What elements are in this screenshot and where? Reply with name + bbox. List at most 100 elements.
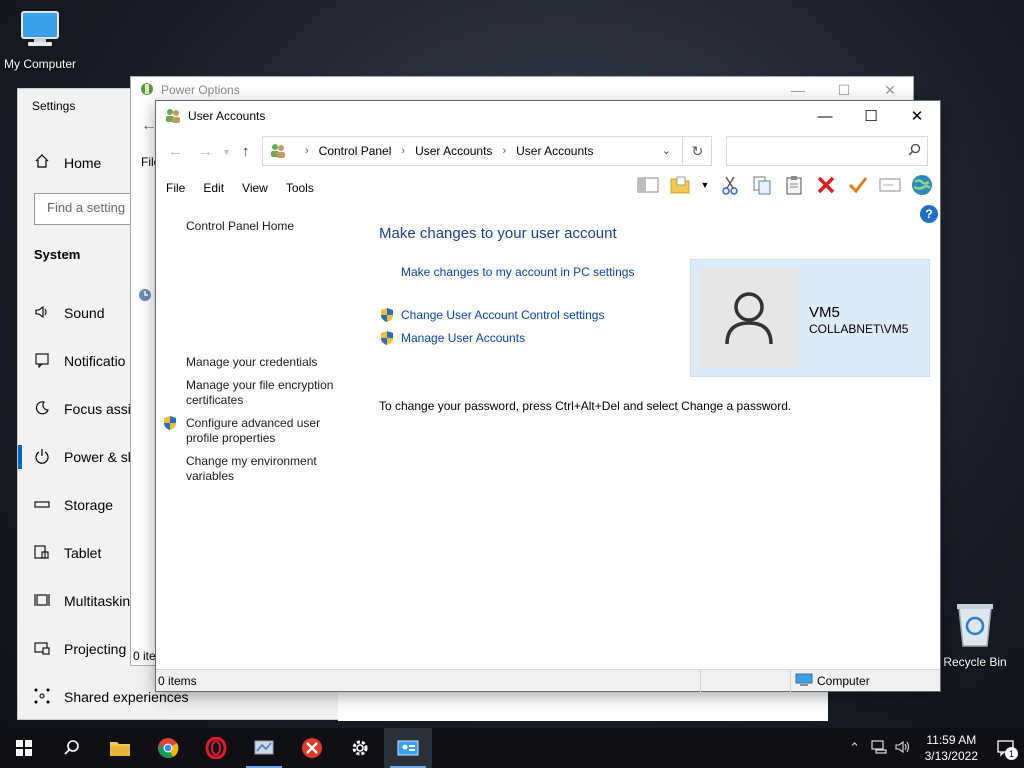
settings-nav-label: Multitaskin [64, 593, 131, 609]
up-arrow-icon[interactable]: ↑ [242, 143, 250, 160]
breadcrumb: › Control Panel › User Accounts › User A… [295, 144, 593, 158]
cut-icon[interactable] [718, 173, 742, 197]
search-icon [908, 143, 921, 159]
volume-icon[interactable] [891, 740, 915, 757]
close-icon[interactable]: ✕ [894, 101, 940, 131]
password-change-note: To change your password, press Ctrl+Alt+… [379, 399, 792, 413]
chevron-down-icon[interactable]: ▼ [700, 173, 710, 197]
environment-variables-link[interactable]: Change my environment variables [186, 454, 356, 484]
power-icon [34, 448, 50, 467]
taskbar: ⌃ 11:59 AM 3/13/2022 1 [0, 728, 1024, 768]
taskbar-search-button[interactable] [48, 728, 96, 768]
rename-icon[interactable] [878, 173, 902, 197]
address-bar[interactable]: › Control Panel › User Accounts › User A… [262, 136, 712, 166]
pc-settings-link[interactable]: Make changes to my account in PC setting… [401, 265, 634, 279]
settings-nav-label: Focus assis [64, 401, 138, 417]
status-bar: 0 items Computer [156, 669, 940, 692]
avatar [699, 268, 799, 368]
action-center-button[interactable]: 1 [988, 728, 1024, 768]
toolbar: ▼ [636, 173, 934, 197]
settings-nav-label: Power & sl [64, 449, 131, 465]
folder-options-icon[interactable] [668, 173, 692, 197]
manage-encryption-line1: Manage your file encryption [186, 378, 334, 392]
user-icon [725, 292, 773, 345]
back-arrow-icon[interactable]: ← [168, 143, 183, 160]
breadcrumb-user-accounts-current[interactable]: User Accounts [516, 144, 593, 158]
recycle-bin-desktop-icon[interactable]: Recycle Bin [935, 600, 1015, 669]
manage-user-accounts-link[interactable]: Manage User Accounts [401, 331, 525, 345]
uac-shield-icon [379, 330, 395, 349]
copy-icon[interactable] [750, 173, 774, 197]
settings-home-label: Home [64, 154, 102, 171]
recent-dropdown-icon[interactable]: ▾ [224, 147, 229, 158]
clock-date: 3/13/2022 [924, 749, 978, 763]
search-input[interactable] [726, 136, 928, 166]
minimize-icon[interactable]: — [802, 101, 848, 131]
user-accounts-icon [164, 107, 182, 126]
my-computer-desktop-icon[interactable]: My Computer [0, 8, 80, 71]
recycle-bin-icon [935, 600, 1015, 653]
menu-file[interactable]: File [166, 181, 185, 195]
refresh-icon[interactable]: ↻ [682, 136, 712, 166]
window-title: User Accounts [188, 109, 266, 123]
control-panel-home-link[interactable]: Control Panel Home [186, 219, 356, 234]
breadcrumb-user-accounts[interactable]: User Accounts [415, 144, 492, 158]
tablet-icon [34, 544, 50, 563]
advanced-profile-line2: profile properties [186, 431, 276, 445]
taskbar-opera[interactable] [192, 728, 240, 768]
account-card: VM5 COLLABNET\VM5 [690, 259, 930, 377]
speaker-icon [34, 304, 50, 323]
moon-icon [34, 400, 50, 419]
taskbar-user-accounts[interactable] [384, 728, 432, 768]
computer-icon [795, 673, 813, 690]
layout-pane-icon[interactable] [636, 173, 660, 197]
breadcrumb-control-panel[interactable]: Control Panel [319, 144, 392, 158]
forward-arrow-icon[interactable]: → [198, 143, 213, 160]
environment-variables-line2: variables [186, 469, 235, 483]
computer-icon [0, 8, 80, 55]
status-items-count: 0 items [156, 669, 701, 692]
account-name: VM5 [809, 304, 840, 321]
chevron-up-icon[interactable]: ⌃ [843, 740, 867, 756]
search-icon [64, 740, 79, 755]
manage-encryption-link[interactable]: Manage your file encryption certificates [186, 378, 356, 408]
taskbar-red-app[interactable] [288, 728, 336, 768]
clock[interactable]: 11:59 AM 3/13/2022 [915, 732, 988, 764]
control-panel-icon [269, 142, 287, 161]
power-options-status-items: 0 ite [133, 649, 156, 663]
properties-check-icon[interactable] [846, 173, 870, 197]
system-tray: ⌃ 11:59 AM 3/13/2022 1 [843, 728, 1024, 768]
windows-logo-icon [16, 740, 32, 756]
start-button[interactable] [0, 728, 48, 768]
menu-view[interactable]: View [242, 181, 268, 195]
storage-icon [34, 496, 50, 515]
power-options-side-icon [137, 287, 153, 306]
taskbar-chrome[interactable] [144, 728, 192, 768]
advanced-profile-properties-link[interactable]: Configure advanced user profile properti… [186, 416, 356, 446]
network-icon[interactable] [867, 739, 891, 757]
status-location: Computer [790, 670, 940, 692]
home-icon [34, 153, 50, 172]
taskbar-control-panel[interactable] [240, 728, 288, 768]
breadcrumb-separator-icon: › [305, 145, 309, 157]
menu-edit[interactable]: Edit [203, 181, 224, 195]
help-icon[interactable]: ? [920, 205, 938, 223]
paste-icon[interactable] [782, 173, 806, 197]
control-panel-icon [254, 740, 274, 755]
taskbar-file-explorer[interactable] [96, 728, 144, 768]
user-accounts-window[interactable]: User Accounts — ☐ ✕ ← → ▾ ↑ › Control Pa… [155, 100, 941, 692]
delete-icon[interactable] [814, 173, 838, 197]
recycle-bin-label: Recycle Bin [943, 655, 1007, 669]
manage-credentials-link[interactable]: Manage your credentials [186, 355, 356, 370]
maximize-icon[interactable]: ☐ [848, 101, 894, 131]
uac-settings-link[interactable]: Change User Account Control settings [401, 308, 604, 322]
window-controls: — ☐ ✕ [802, 101, 940, 131]
globe-icon[interactable] [910, 173, 934, 197]
taskbar-settings[interactable] [336, 728, 384, 768]
menu-tools[interactable]: Tools [286, 181, 314, 195]
red-x-app-icon [302, 738, 322, 758]
chevron-down-icon[interactable]: ⌄ [662, 144, 671, 157]
settings-home-link[interactable]: Home [34, 153, 101, 172]
uac-shield-icon [379, 307, 395, 326]
uac-shield-icon [162, 415, 178, 434]
